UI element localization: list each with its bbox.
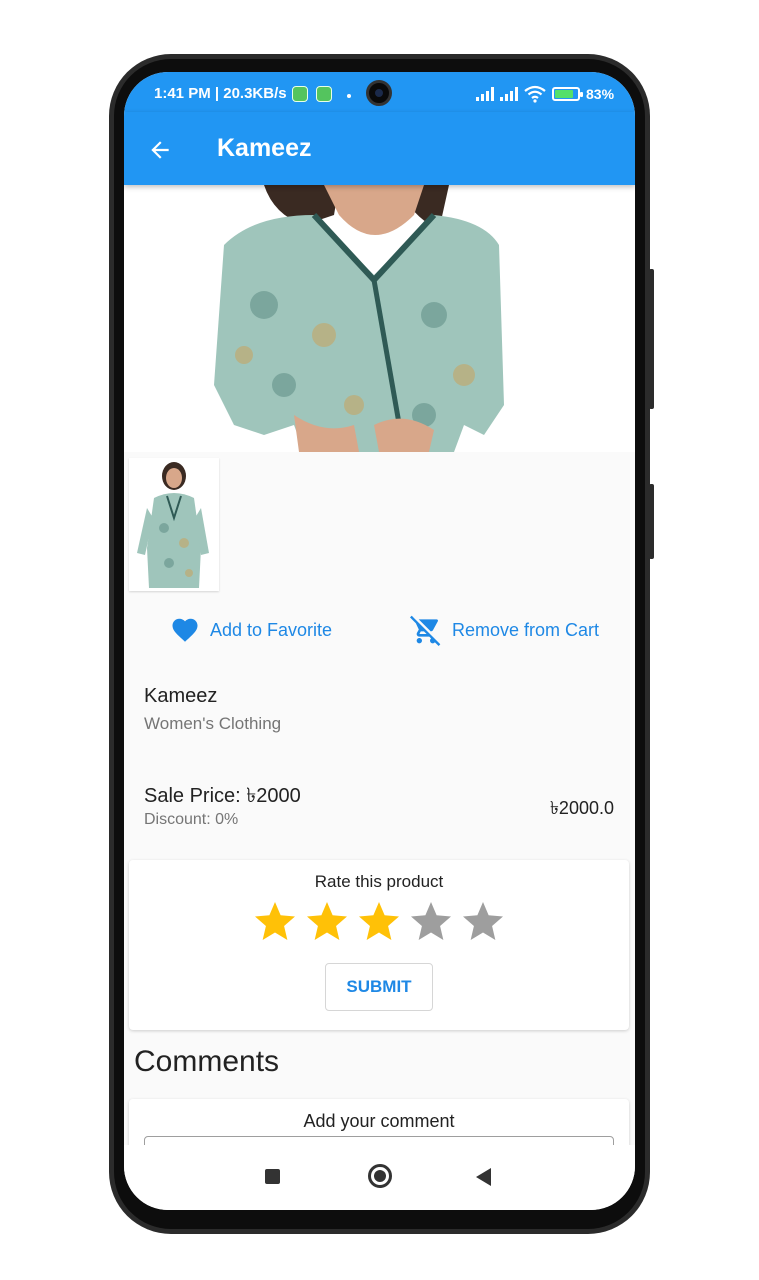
add-to-favorite-label: Add to Favorite [210,619,333,640]
app-screen: 1:41 PM | 20.3KB/s 83% Kameez Add to Fav… [124,72,635,1210]
star-filled-icon[interactable] [303,898,351,946]
kameez-photo [124,185,635,452]
kameez-thumbnail-photo [129,458,219,591]
add-comment-label: Add your comment [303,1111,455,1131]
battery-percent: 83% [586,86,615,102]
status-time: 1:41 PM | 20.3KB/s [154,85,287,102]
back-button[interactable] [140,130,180,170]
star-empty-icon[interactable] [459,898,507,946]
arrow-left-icon [151,141,169,159]
status-bar: 1:41 PM | 20.3KB/s 83% [124,72,635,112]
signal-icon [500,87,518,101]
system-nav-bar [124,1145,635,1210]
add-to-favorite-button[interactable]: Add to Favorite [170,610,332,650]
comment-input[interactable] [144,1136,614,1145]
app-notification-icon [292,86,308,102]
product-detail-content[interactable]: Add to Favorite Remove from Cart Kameez … [124,185,635,1145]
product-actions: Add to Favorite Remove from Cart [124,610,635,650]
remove-shopping-cart-icon [410,615,441,646]
star-empty-icon[interactable] [407,898,455,946]
star-filled-icon[interactable] [355,898,403,946]
discount: Discount: 0% [144,811,239,828]
wifi-icon [524,85,546,103]
rating-card: Rate this product SUBMIT [129,860,629,1030]
app-notification-icon [316,86,332,102]
battery-charging-icon [552,87,583,101]
product-thumbnail[interactable] [129,458,219,591]
product-image[interactable] [124,185,635,452]
app-bar: Kameez [124,112,635,185]
product-category: Women's Clothing [144,714,282,733]
page-title: Kameez [217,134,312,162]
recents-square-icon[interactable] [265,1169,280,1184]
front-camera [366,80,392,106]
comment-card: Add your comment [129,1099,629,1145]
signal-icon [476,87,494,101]
more-notifications-dot [347,94,351,98]
volume-button [649,269,654,409]
product-name: Kameez [144,685,218,707]
star-rating[interactable] [251,898,507,946]
product-price: ৳2000.0 [549,798,614,818]
remove-from-cart-button[interactable]: Remove from Cart [410,610,599,650]
sale-price: Sale Price: ৳2000 [144,785,301,807]
remove-from-cart-label: Remove from Cart [452,619,600,640]
submit-rating-button[interactable]: SUBMIT [325,963,433,1011]
home-circle-icon[interactable] [368,1164,392,1188]
star-filled-icon[interactable] [251,898,299,946]
comments-title: Comments [134,1045,280,1078]
back-triangle-icon[interactable] [476,1168,491,1186]
power-button [649,484,654,559]
rating-title: Rate this product [314,872,444,891]
heart-icon [172,618,198,642]
